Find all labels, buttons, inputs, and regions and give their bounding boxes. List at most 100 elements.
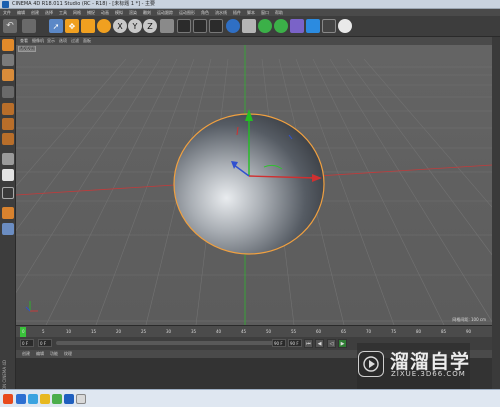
model-mode-icon[interactable]	[2, 54, 14, 66]
menu-sculpt[interactable]: 雕刻	[143, 9, 151, 16]
taskbar-app-icon[interactable]	[76, 394, 86, 404]
end-frame-field[interactable]: 90 F	[272, 339, 286, 347]
timeline-tick: 25	[141, 329, 147, 334]
material-menu-texture[interactable]: 纹理	[64, 350, 72, 358]
menu-window[interactable]: 窗口	[261, 9, 269, 16]
preview-end-field[interactable]: 90 F	[288, 339, 302, 347]
timeline-ruler[interactable]: 0 5 10 15 20 25 30 35 40 45 50 55 60 65 …	[16, 325, 492, 337]
timeline-tick: 55	[291, 329, 297, 334]
generator-icon[interactable]	[258, 19, 272, 33]
menu-render[interactable]: 渲染	[129, 9, 137, 16]
move-icon[interactable]: ✥	[65, 19, 79, 33]
menu-mograph[interactable]: 运动图形	[179, 9, 195, 16]
start-frame-field[interactable]: 0 F	[20, 339, 34, 347]
menu-tools[interactable]: 工具	[59, 9, 67, 16]
menu-simulate[interactable]: 模拟	[115, 9, 123, 16]
environment-icon[interactable]	[306, 19, 320, 33]
render-picture-viewer-icon[interactable]	[193, 19, 207, 33]
timeline-tick: 15	[91, 329, 97, 334]
rotate-icon[interactable]	[97, 19, 111, 33]
render-view-icon[interactable]	[177, 19, 191, 33]
material-menu-edit[interactable]: 编辑	[36, 350, 44, 358]
edges-mode-icon[interactable]	[2, 118, 14, 130]
prev-key-button[interactable]: ◀	[315, 339, 324, 348]
menu-script[interactable]: 脚本	[247, 9, 255, 16]
lock-workplane-icon[interactable]	[2, 223, 14, 235]
camera-icon[interactable]	[322, 19, 336, 33]
timeline-tick: 0	[22, 329, 25, 334]
select-arrow-icon[interactable]: ➚	[49, 19, 63, 33]
current-frame-field[interactable]: 0 F	[38, 339, 52, 347]
windows-taskbar	[0, 389, 500, 407]
viewport-menu-view[interactable]: 查看	[20, 37, 28, 45]
menu-bar: 文件 编辑 创建 选择 工具 网格 捕捉 动画 模拟 渲染 雕刻 运动跟踪 运动…	[0, 9, 500, 16]
redo-icon[interactable]	[22, 19, 36, 33]
right-panel-edge	[492, 37, 500, 327]
solo-mode-icon[interactable]	[2, 207, 14, 219]
scale-icon[interactable]	[81, 19, 95, 33]
menu-edit[interactable]: 编辑	[17, 9, 25, 16]
play-button[interactable]: ▶	[338, 339, 347, 348]
texture-mode-icon[interactable]	[2, 69, 14, 81]
pen-spline-icon[interactable]	[242, 19, 256, 33]
undo-icon[interactable]: ↶	[3, 19, 17, 33]
menu-motion-tracking[interactable]: 运动跟踪	[157, 9, 173, 16]
cinema4d-window: CINEMA 4D R18.011 Studio (RC - R18) - [未…	[0, 0, 500, 407]
render-settings-icon[interactable]	[209, 19, 223, 33]
snap-icon[interactable]	[2, 187, 14, 199]
menu-character[interactable]: 角色	[201, 9, 209, 16]
taskbar-app-icon[interactable]	[64, 394, 74, 404]
menu-snap[interactable]: 捕捉	[87, 9, 95, 16]
axis-y-button[interactable]: Y	[128, 19, 142, 33]
menu-pipeline[interactable]: 流水线	[215, 9, 227, 16]
menu-help[interactable]: 帮助	[275, 9, 283, 16]
window-title: CINEMA 4D R18.011 Studio (RC - R18) - [未…	[12, 1, 156, 7]
menu-plugins[interactable]: 插件	[233, 9, 241, 16]
viewport-menu-panel[interactable]: 面板	[83, 37, 91, 45]
timeline-tick: 60	[316, 329, 322, 334]
menu-create[interactable]: 创建	[31, 9, 39, 16]
preview-range-slider[interactable]	[56, 341, 278, 345]
viewport-menu-display[interactable]: 显示	[47, 37, 55, 45]
material-menu-function[interactable]: 功能	[50, 350, 58, 358]
axis-mode-icon[interactable]	[2, 153, 14, 165]
taskbar-app-icon[interactable]	[52, 394, 62, 404]
workplane-icon[interactable]	[2, 86, 14, 98]
timeline-tick: 5	[42, 329, 45, 334]
axis-x-button[interactable]: X	[113, 19, 127, 33]
prev-frame-button[interactable]: ◁	[327, 339, 336, 348]
menu-animate[interactable]: 动画	[101, 9, 109, 16]
start-button-icon[interactable]	[3, 394, 13, 404]
light-icon[interactable]	[338, 19, 352, 33]
menu-select[interactable]: 选择	[45, 9, 53, 16]
make-editable-icon[interactable]	[2, 39, 14, 51]
axis-z-button[interactable]: Z	[143, 19, 157, 33]
viewport-menu-options[interactable]: 选项	[59, 37, 67, 45]
cube-object-icon[interactable]	[226, 19, 240, 33]
material-menu-create[interactable]: 创建	[22, 350, 30, 358]
tweak-mode-icon[interactable]	[2, 169, 14, 181]
app-logo-icon	[2, 1, 9, 8]
taskbar-app-icon[interactable]	[40, 394, 50, 404]
viewport-menu-cameras[interactable]: 摄像机	[32, 37, 44, 45]
timeline-tick: 90	[466, 329, 472, 334]
array-icon[interactable]	[274, 19, 288, 33]
coordinate-system-icon[interactable]	[160, 19, 174, 33]
deformer-icon[interactable]	[290, 19, 304, 33]
grid-spacing-text: 网格间距: 100 cm	[452, 317, 486, 322]
menu-mesh[interactable]: 网格	[73, 9, 81, 16]
taskbar-app-icon[interactable]	[16, 394, 26, 404]
taskbar-app-icon[interactable]	[28, 394, 38, 404]
timeline-tick: 65	[341, 329, 347, 334]
timeline-tick: 20	[116, 329, 122, 334]
perspective-viewport[interactable]: 透视视图 网格间距: 100 cm	[16, 45, 492, 325]
viewport-menu-filter[interactable]: 过滤	[71, 37, 79, 45]
timeline-tick: 50	[266, 329, 272, 334]
menu-file[interactable]: 文件	[3, 9, 11, 16]
timeline-tick: 45	[241, 329, 247, 334]
points-mode-icon[interactable]	[2, 103, 14, 115]
goto-start-button[interactable]: ⏮	[304, 339, 313, 348]
polygons-mode-icon[interactable]	[2, 133, 14, 145]
timeline-tick: 70	[366, 329, 372, 334]
viewport-menu-bar: 查看 摄像机 显示 选项 过滤 面板	[16, 37, 500, 45]
